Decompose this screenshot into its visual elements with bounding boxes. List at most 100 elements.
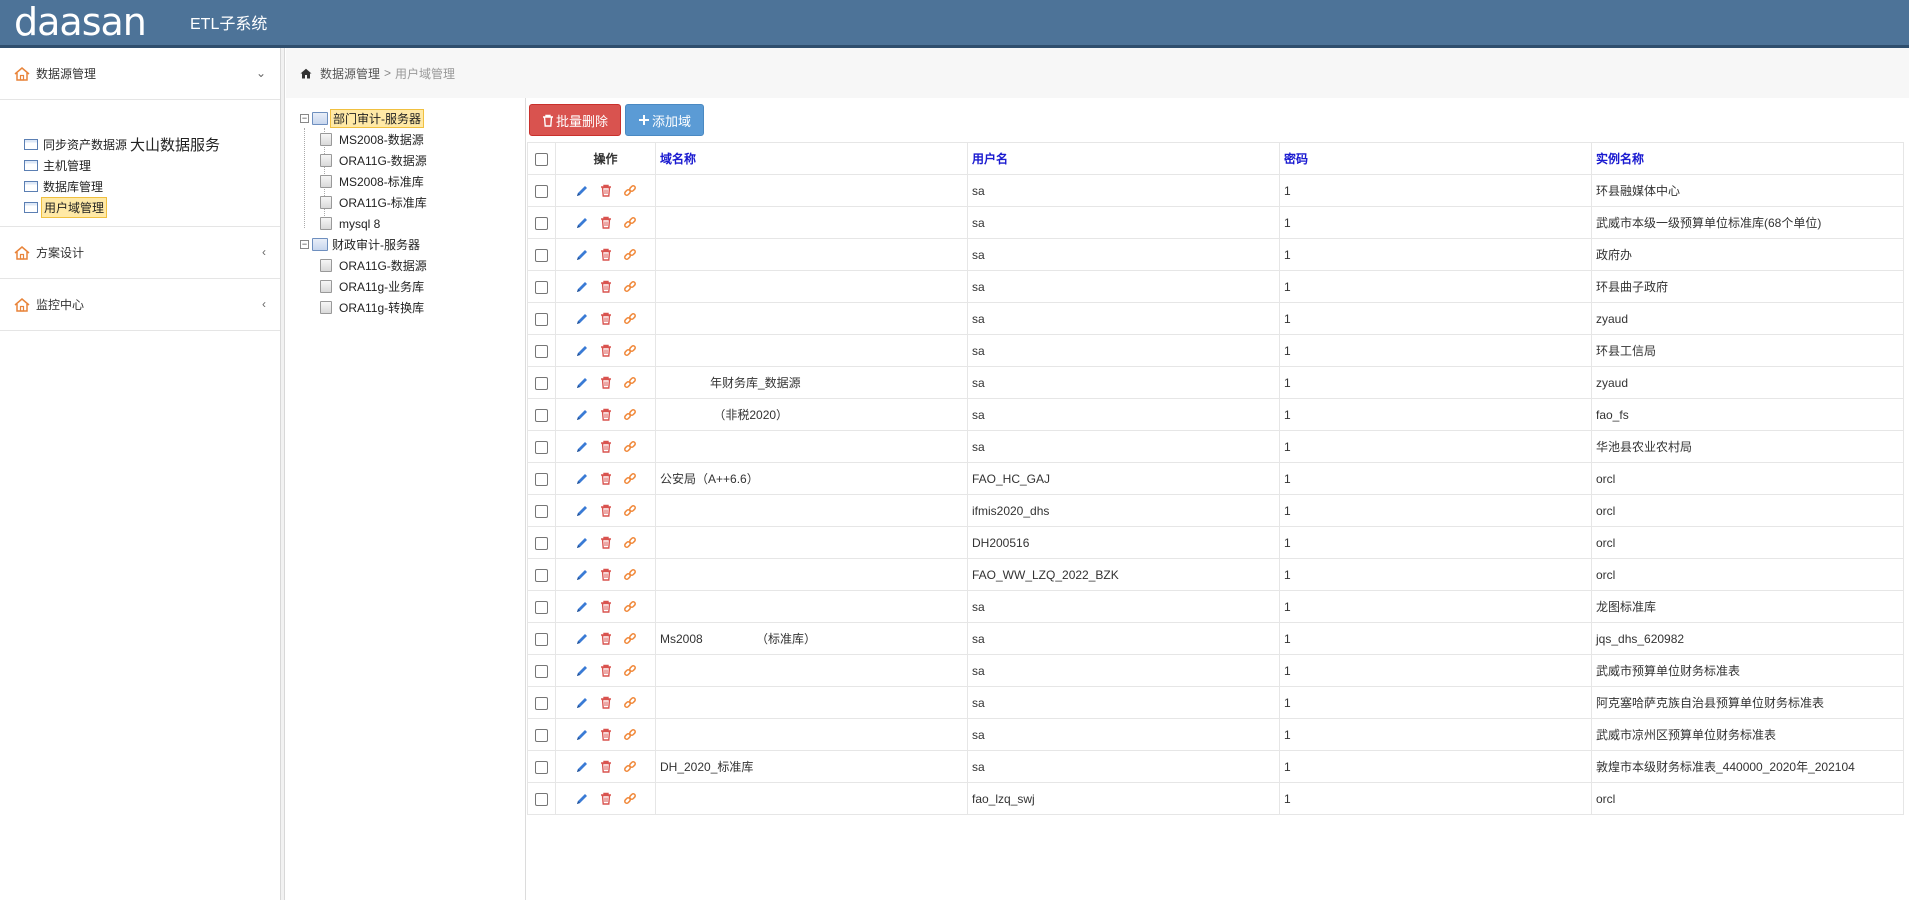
delete-icon[interactable]: [600, 696, 612, 709]
delete-icon[interactable]: [600, 760, 612, 773]
delete-icon[interactable]: [600, 376, 612, 389]
table-row[interactable]: （非税2020） sa 1 fao_fs: [527, 398, 1904, 431]
row-checkbox[interactable]: [535, 408, 548, 422]
tree-node-leaf[interactable]: MS2008-数据源: [286, 129, 525, 150]
edit-icon[interactable]: [575, 408, 589, 422]
edit-icon[interactable]: [575, 280, 589, 294]
edit-icon[interactable]: [575, 792, 589, 806]
link-icon[interactable]: [623, 728, 637, 742]
delete-icon[interactable]: [600, 632, 612, 645]
tree-node-leaf[interactable]: ORA11G-数据源: [286, 255, 525, 276]
row-checkbox[interactable]: [535, 376, 548, 390]
delete-icon[interactable]: [600, 472, 612, 485]
edit-icon[interactable]: [575, 312, 589, 326]
delete-icon[interactable]: [600, 440, 612, 453]
row-checkbox[interactable]: [535, 280, 548, 294]
edit-icon[interactable]: [575, 184, 589, 198]
table-row[interactable]: ifmis2020_dhs 1 orcl: [527, 494, 1904, 527]
table-row[interactable]: fao_lzq_swj 1 orcl: [527, 782, 1904, 815]
row-checkbox[interactable]: [535, 312, 548, 326]
delete-icon[interactable]: [600, 504, 612, 517]
link-icon[interactable]: [623, 792, 637, 806]
menu-group-monitor[interactable]: 监控中心 ‹: [0, 279, 280, 331]
batch-delete-button[interactable]: 批量删除: [529, 104, 622, 136]
table-row[interactable]: sa 1 阿克塞哈萨克族自治县预算单位财务标准表: [527, 686, 1904, 719]
delete-icon[interactable]: [600, 216, 612, 229]
edit-icon[interactable]: [575, 664, 589, 678]
tree-node-leaf[interactable]: ORA11G-数据源: [286, 150, 525, 171]
delete-icon[interactable]: [600, 536, 612, 549]
row-checkbox[interactable]: [535, 184, 548, 198]
tree-node-finance-audit-server[interactable]: − 财政审计-服务器: [286, 234, 525, 255]
row-checkbox[interactable]: [535, 664, 548, 678]
row-checkbox[interactable]: [535, 696, 548, 710]
link-icon[interactable]: [623, 440, 637, 454]
edit-icon[interactable]: [575, 600, 589, 614]
row-checkbox[interactable]: [535, 536, 548, 550]
link-icon[interactable]: [623, 344, 637, 358]
delete-icon[interactable]: [600, 728, 612, 741]
edit-icon[interactable]: [575, 696, 589, 710]
column-header-user[interactable]: 用户名: [967, 142, 1280, 175]
row-checkbox[interactable]: [535, 760, 548, 774]
row-checkbox[interactable]: [535, 440, 548, 454]
row-checkbox[interactable]: [535, 504, 548, 518]
table-row[interactable]: FAO_WW_LZQ_2022_BZK 1 orcl: [527, 558, 1904, 591]
table-row[interactable]: Ms2008 （标准库） sa 1 jqs_dhs_620982: [527, 622, 1904, 655]
edit-icon[interactable]: [575, 440, 589, 454]
tree-node-leaf[interactable]: MS2008-标准库: [286, 171, 525, 192]
delete-icon[interactable]: [600, 184, 612, 197]
table-row[interactable]: sa 1 环县曲子政府: [527, 270, 1904, 303]
table-row[interactable]: sa 1 龙图标准库: [527, 590, 1904, 623]
edit-icon[interactable]: [575, 728, 589, 742]
link-icon[interactable]: [623, 664, 637, 678]
select-all-checkbox[interactable]: [535, 152, 548, 166]
edit-icon[interactable]: [575, 760, 589, 774]
table-row[interactable]: 年财务库_数据源 sa 1 zyaud: [527, 366, 1904, 399]
link-icon[interactable]: [623, 376, 637, 390]
edit-icon[interactable]: [575, 216, 589, 230]
collapse-toggle-icon[interactable]: −: [300, 114, 309, 123]
delete-icon[interactable]: [600, 408, 612, 421]
table-row[interactable]: DH200516 1 orcl: [527, 526, 1904, 559]
tree-node-leaf[interactable]: ORA11g-转换库: [286, 297, 525, 318]
row-checkbox[interactable]: [535, 792, 548, 806]
edit-icon[interactable]: [575, 536, 589, 550]
sidebar-item-database[interactable]: 数据库管理: [24, 176, 280, 197]
row-checkbox[interactable]: [535, 216, 548, 230]
table-row[interactable]: sa 1 武威市预算单位财务标准表: [527, 654, 1904, 687]
tree-node-leaf[interactable]: mysql 8: [286, 213, 525, 234]
table-row[interactable]: sa 1 武威市凉州区预算单位财务标准表: [527, 718, 1904, 751]
link-icon[interactable]: [623, 312, 637, 326]
link-icon[interactable]: [623, 248, 637, 262]
delete-icon[interactable]: [600, 664, 612, 677]
sidebar-resize-handle[interactable]: [281, 48, 285, 900]
tree-node-leaf[interactable]: ORA11G-标准库: [286, 192, 525, 213]
link-icon[interactable]: [623, 504, 637, 518]
edit-icon[interactable]: [575, 472, 589, 486]
column-header-password[interactable]: 密码: [1279, 142, 1592, 175]
link-icon[interactable]: [623, 760, 637, 774]
tree-node-leaf[interactable]: ORA11g-业务库: [286, 276, 525, 297]
delete-icon[interactable]: [600, 344, 612, 357]
row-checkbox[interactable]: [535, 568, 548, 582]
delete-icon[interactable]: [600, 792, 612, 805]
link-icon[interactable]: [623, 696, 637, 710]
table-row[interactable]: sa 1 环县工信局: [527, 334, 1904, 367]
delete-icon[interactable]: [600, 280, 612, 293]
edit-icon[interactable]: [575, 504, 589, 518]
tree-node-dept-audit-server[interactable]: − 部门审计-服务器: [286, 108, 525, 129]
row-checkbox[interactable]: [535, 344, 548, 358]
edit-icon[interactable]: [575, 568, 589, 582]
table-row[interactable]: sa 1 政府办: [527, 238, 1904, 271]
link-icon[interactable]: [623, 536, 637, 550]
delete-icon[interactable]: [600, 312, 612, 325]
edit-icon[interactable]: [575, 632, 589, 646]
row-checkbox[interactable]: [535, 472, 548, 486]
row-checkbox[interactable]: [535, 632, 548, 646]
link-icon[interactable]: [623, 600, 637, 614]
column-header-domain[interactable]: 域名称: [655, 142, 968, 175]
table-row[interactable]: sa 1 华池县农业农村局: [527, 430, 1904, 463]
collapse-toggle-icon[interactable]: −: [300, 240, 309, 249]
link-icon[interactable]: [623, 408, 637, 422]
